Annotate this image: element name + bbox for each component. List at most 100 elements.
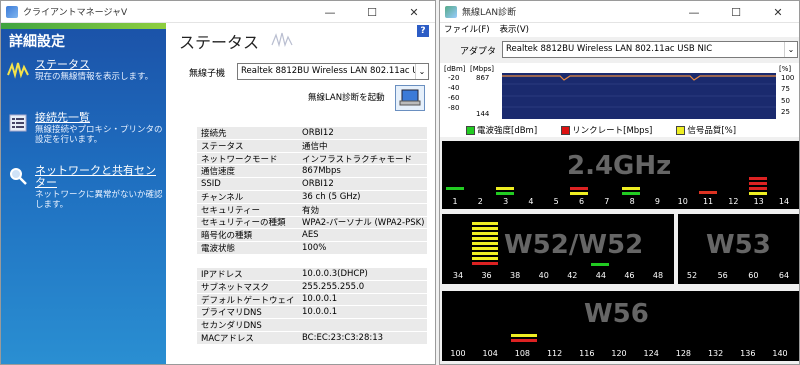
channel-label: 124 — [643, 349, 659, 358]
signal-wave-icon — [271, 32, 293, 47]
channel-label: 132 — [707, 349, 724, 358]
sidebar-item-desc: 無線接続やプロキシ・プリンタの設定を行います。 — [35, 125, 163, 145]
row-key: セキュリティーの種類 — [201, 218, 286, 229]
sidebar-item-label: ステータス — [35, 58, 90, 71]
table-row: ステータス 通信中 — [197, 139, 427, 153]
table-row: セキュリティー 有効 — [197, 203, 427, 217]
band-name: W52/W52 — [504, 230, 644, 260]
band-w53-panel: W53 52 56 60 64 — [678, 214, 799, 284]
signal-bar — [446, 187, 464, 190]
signal-bar — [511, 334, 537, 337]
row-value: 有効 — [302, 205, 320, 216]
table-row: チャンネル 36 ch (5 GHz) — [197, 190, 427, 204]
sidebar-item-connections[interactable]: 接続先一覧 無線接続やプロキシ・プリンタの設定を行います。 — [7, 112, 163, 145]
row-key: セキュリティー — [201, 205, 260, 216]
adapter-select[interactable]: Realtek 8812BU Wireless LAN 802.11ac USB… — [502, 41, 798, 58]
sidebar-item-network-center[interactable]: ネットワークと共有センター ネットワークに異常がないか確認します。 — [7, 165, 163, 210]
laptop-icon — [399, 89, 421, 106]
ip-table: IPアドレス 10.0.0.3(DHCP) サブネットマスク 255.255.255.… — [197, 268, 427, 345]
window-title: 無線LAN診断 — [462, 8, 517, 18]
chevron-down-icon: ⌄ — [415, 64, 428, 79]
window-title: クライアントマネージャV — [23, 8, 128, 18]
channel-label: 34 — [452, 271, 464, 280]
quality-unit: [%] — [779, 65, 791, 73]
table-row: サブネットマスク 255.255.255.0 — [197, 280, 427, 294]
table-row: デフォルトゲートウェイ 10.0.0.1 — [197, 293, 427, 307]
sidebar-item-status[interactable]: ステータス 現在の無線情報を表示します。 — [7, 59, 163, 82]
channel-label: 42 — [567, 271, 578, 280]
row-value: BC:EC:23:C3:28:13 — [302, 332, 384, 343]
maximize-button[interactable]: ☐ — [715, 1, 757, 23]
signal-bar — [622, 187, 640, 190]
channel-label: 36 — [481, 271, 492, 280]
diag-launch-button[interactable] — [395, 85, 425, 111]
row-value: AES — [302, 230, 319, 241]
signal-bar — [511, 339, 537, 342]
row-key: ネットワークモード — [201, 154, 278, 165]
channel-label: 128 — [675, 349, 692, 358]
minimize-button[interactable]: — — [309, 1, 351, 23]
channel-label: 1 — [452, 197, 458, 206]
signal-wave-icon — [7, 59, 29, 81]
maximize-button[interactable]: ☐ — [351, 1, 393, 23]
channel-label: 140 — [772, 349, 788, 358]
title-bar: クライアントマネージャV — ☐ ✕ — [1, 1, 435, 23]
adapter-row: アダプタ Realtek 8812BU Wireless LAN 802.11a… — [440, 39, 799, 61]
menu-view[interactable]: 表示(V) — [500, 23, 529, 37]
signal-bar — [472, 247, 498, 250]
channel-label: 64 — [778, 271, 790, 280]
menu-bar: ファイル(F) 表示(V) — [440, 23, 799, 37]
title-bar: 無線LAN診断 — ☐ ✕ — [440, 1, 799, 23]
row-value: 255.255.255.0 — [302, 281, 365, 292]
signal-bar — [570, 187, 588, 190]
table-row: 電波状態 100% — [197, 242, 427, 255]
channel-label: 38 — [510, 271, 521, 280]
help-icon[interactable]: ? — [417, 25, 429, 37]
channel-label: 3 — [503, 197, 509, 206]
channel-label: 8 — [629, 197, 635, 206]
row-value: 100% — [302, 243, 327, 254]
channel-label: 12 — [728, 197, 739, 206]
table-row: プライマリDNS 10.0.0.1 — [197, 306, 427, 320]
channel-label: 5 — [553, 197, 559, 206]
channel-label: 104 — [482, 349, 498, 358]
channel-label: 108 — [514, 349, 531, 358]
legend-item-linkrate: リンクレート[Mbps] — [561, 124, 652, 136]
channel-label: 14 — [778, 197, 790, 206]
row-value: 10.0.0.3(DHCP) — [302, 268, 368, 279]
signal-bar — [472, 242, 498, 245]
client-manager-window: クライアントマネージャV — ☐ ✕ 詳細設定 ステータス 現在の無線情報を表示… — [0, 0, 436, 365]
list-icon — [7, 112, 29, 134]
signal-bar — [591, 263, 609, 266]
table-row: 接続先 ORBI12 — [197, 127, 427, 140]
row-key: プライマリDNS — [201, 308, 262, 319]
signal-bar — [570, 192, 588, 195]
status-table: 接続先 ORBI12 ステータス 通信中 ネットワークモード インフラストラクチャモード通… — [197, 127, 427, 255]
table-row: MACアドレス BC:EC:23:C3:28:13 — [197, 331, 427, 345]
table-row: 暗号化の種類 AES — [197, 229, 427, 243]
channel-label: 9 — [654, 197, 660, 206]
channel-label: 112 — [546, 349, 563, 358]
channel-label: 6 — [578, 197, 585, 206]
channel-label: 11 — [702, 197, 714, 206]
row-value: ORBI12 — [302, 127, 334, 138]
channel-label: 2 — [477, 197, 483, 206]
minimize-button[interactable]: — — [673, 1, 715, 23]
menu-file[interactable]: ファイル(F) — [444, 23, 490, 37]
adapter-select[interactable]: Realtek 8812BU Wireless LAN 802.11ac USI… — [237, 63, 429, 80]
close-button[interactable]: ✕ — [393, 1, 435, 23]
row-key: IPアドレス — [201, 269, 243, 280]
close-button[interactable]: ✕ — [757, 1, 799, 23]
band-w52-panel: W52/W52 34 36 38 40 42 44 46 48 — [442, 214, 674, 284]
signal-bar — [749, 192, 767, 195]
row-key: 接続先 — [201, 128, 227, 139]
row-key: デフォルトゲートウェイ — [201, 295, 295, 306]
sidebar-item-label: 接続先一覧 — [35, 111, 90, 124]
row-key: サブネットマスク — [201, 282, 270, 293]
sidebar-item-desc: 現在の無線情報を表示します。 — [35, 72, 154, 82]
channel-label: 56 — [717, 271, 728, 280]
history-chart: [dBm] [Mbps] -20 -40 -60 -80 867 144 [%]… — [440, 63, 799, 123]
magnifier-icon — [7, 165, 29, 187]
legend-item-quality: 信号品質[%] — [676, 124, 736, 136]
row-value: インフラストラクチャモード — [302, 154, 412, 165]
